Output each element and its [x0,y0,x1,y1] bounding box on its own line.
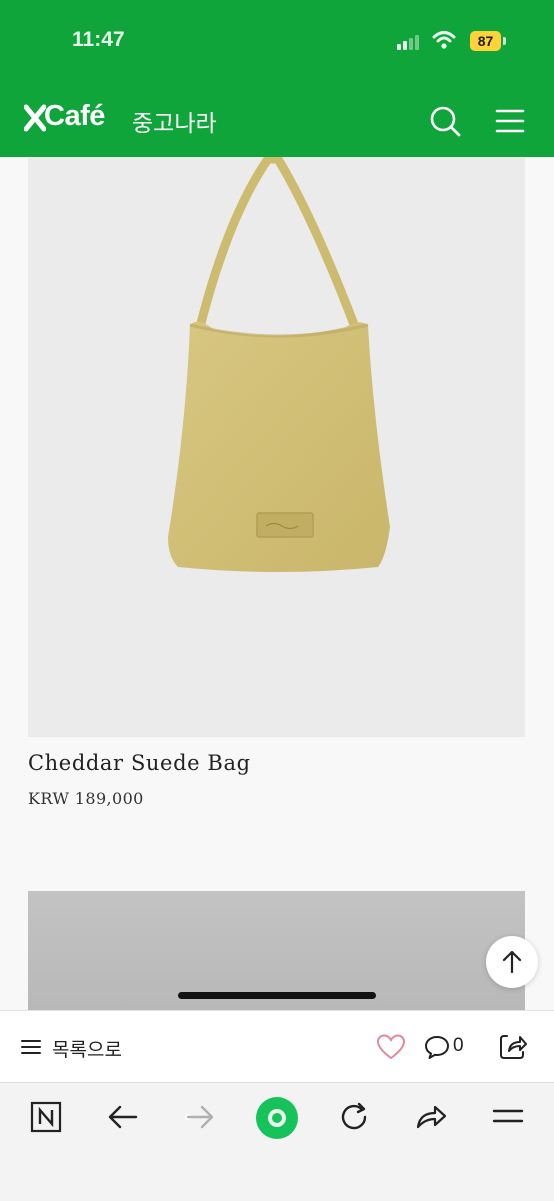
cafe-logo[interactable]: Café [24,100,106,138]
wifi-icon [432,31,456,49]
naver-home-icon[interactable] [30,1101,62,1133]
share-icon[interactable] [498,1031,528,1061]
top-bar: 11:47 87 Café 중고나라 [0,0,554,157]
list-icon [21,1040,41,1054]
logo-text: Café [44,100,105,132]
arrow-up-icon [502,950,522,974]
comment-button[interactable]: 0 [424,1033,474,1061]
forward-arrow-icon[interactable] [182,1101,216,1133]
product-price: KRW 189,000 [28,789,144,808]
green-dot-icon[interactable] [255,1096,299,1140]
product-image[interactable] [28,157,525,737]
x-logo-icon [24,104,46,132]
status-time: 11:47 [72,28,125,51]
battery-tip [503,37,506,45]
heart-icon[interactable] [376,1033,406,1061]
scroll-to-top-button[interactable] [486,936,538,988]
refresh-icon[interactable] [337,1100,371,1134]
cafe-name[interactable]: 중고나라 [132,104,217,138]
comment-icon [425,1036,449,1059]
search-icon[interactable] [428,104,462,138]
post-action-bar: 목록으로 0 [0,1010,554,1083]
scroll-indicator [178,992,376,999]
post-content[interactable]: Cheddar Suede Bag KRW 189,000 [0,157,554,1010]
suede-bag-image [168,157,390,572]
comment-count: 0 [453,1035,464,1056]
product-title: Cheddar Suede Bag [28,751,251,775]
battery-indicator: 87 [470,31,501,51]
back-arrow-icon[interactable] [106,1101,140,1133]
back-to-list-button[interactable]: 목록으로 [20,1033,122,1061]
share-arrow-icon[interactable] [414,1100,448,1134]
back-to-list-label: 목록으로 [52,1040,122,1061]
menu-icon[interactable] [494,106,526,136]
browser-menu-icon[interactable] [492,1103,524,1131]
signal-icon [397,34,423,50]
browser-toolbar [0,1082,554,1201]
